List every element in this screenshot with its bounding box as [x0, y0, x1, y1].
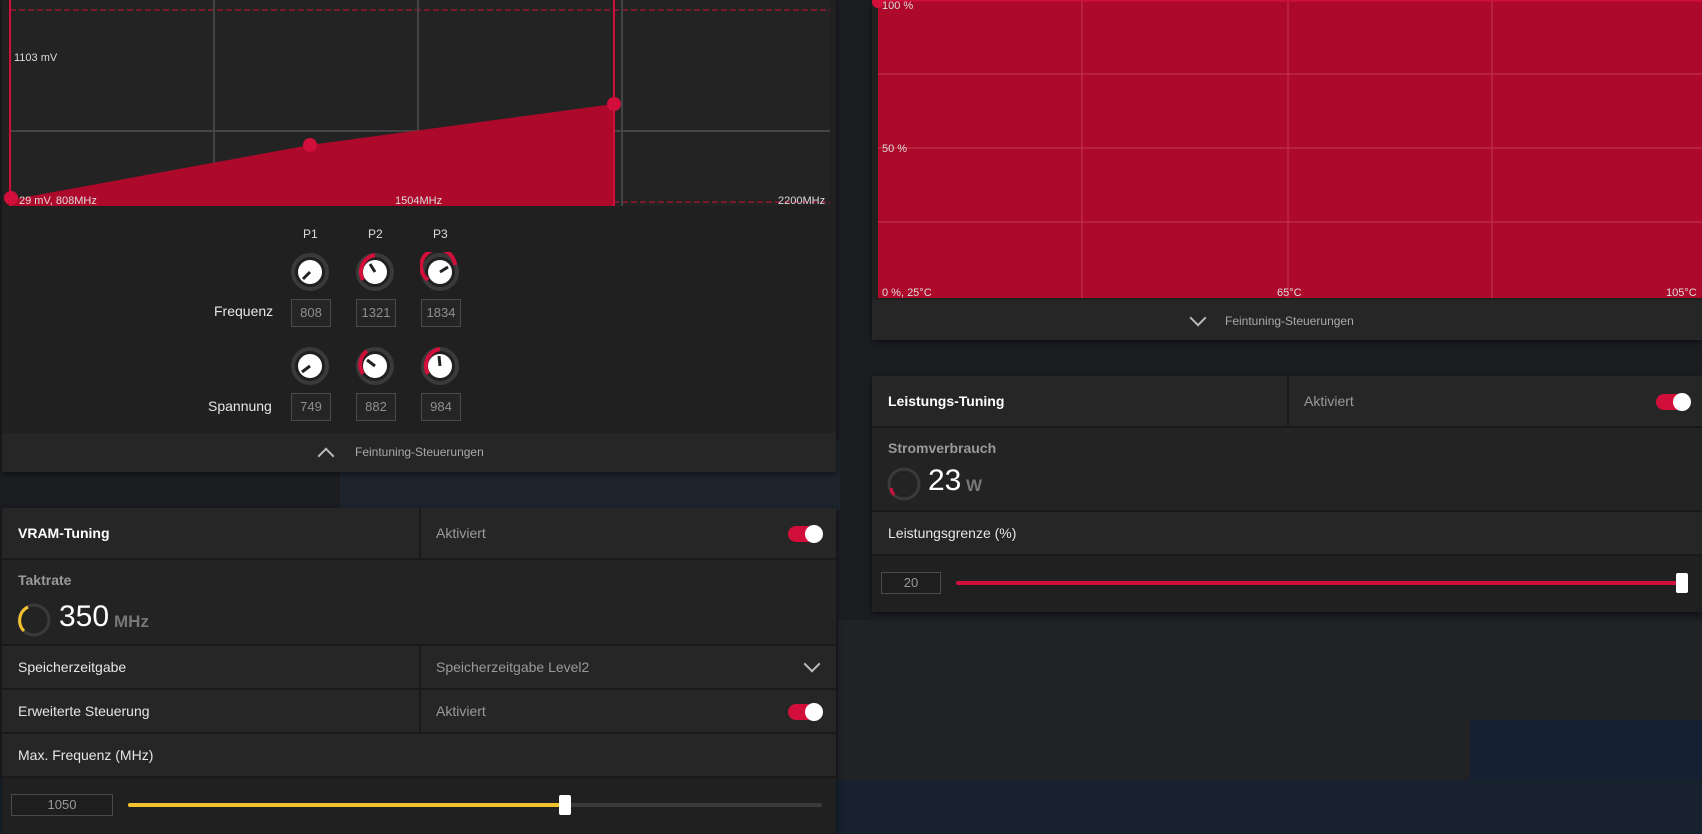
vf-start-label: 29 mV, 808MHz [19, 195, 97, 207]
fan-x-end-label: 105°C [1666, 287, 1697, 299]
vram-timing-label: Speicherzeitgabe [18, 659, 127, 675]
frequency-knob-p3[interactable] [420, 252, 460, 292]
fan-curve-area [878, 0, 1702, 298]
fan-x-start-label: 0 %, 25°C [882, 287, 932, 299]
fan-curve-panel: 100 % 50 % 0 %, 25°C 65°C 105°C Feintuni… [872, 0, 1702, 340]
power-consumption-row: Stromverbrauch 23 W [872, 428, 1702, 512]
power-limit-slider[interactable] [956, 573, 1688, 593]
point-header-p3: P3 [433, 227, 448, 241]
voltage-knob-p1[interactable] [290, 346, 330, 386]
fan-x-mid-label: 65°C [1277, 287, 1302, 299]
power-header-row: Leistungs-Tuning Aktiviert [872, 376, 1702, 428]
vf-curve-chart[interactable] [2, 0, 836, 206]
fan-finetune-label: Feintuning-Steuerungen [1225, 314, 1354, 328]
power-consumption-value: 23 [928, 464, 962, 497]
vram-status: Aktiviert [436, 525, 486, 541]
vram-maxfreq-slider-row: 1050 [2, 778, 836, 834]
vram-clock-gauge-icon [17, 603, 51, 637]
vram-tuning-toggle[interactable] [788, 525, 823, 543]
voltage-knob-p3[interactable] [420, 346, 460, 386]
frequency-knob-p2[interactable] [355, 252, 395, 292]
vram-timing-select[interactable]: Speicherzeitgabe Level2 [421, 646, 836, 688]
vf-voltage-label: 1103 mV [14, 52, 58, 64]
point-header-p2: P2 [368, 227, 383, 241]
chevron-down-icon [803, 655, 821, 673]
vram-tuning-panel: VRAM-Tuning Aktiviert Taktrate 350 MHz S… [2, 508, 836, 834]
power-consumption-unit: W [966, 476, 983, 495]
vram-maxfreq-thumb[interactable] [559, 795, 571, 815]
vram-advanced-status: Aktiviert [436, 703, 486, 719]
power-limit-input[interactable]: 20 [881, 572, 941, 594]
fan-finetune-toggle[interactable]: Feintuning-Steuerungen [872, 300, 1702, 340]
vf-point-p3[interactable] [607, 97, 621, 111]
fan-curve-chart[interactable] [872, 0, 1702, 300]
point-header-p1: P1 [303, 227, 318, 241]
vram-timing-row: Speicherzeitgabe Speicherzeitgabe Level2 [2, 646, 836, 690]
power-limit-fill [956, 581, 1688, 585]
vram-advanced-toggle[interactable] [788, 703, 823, 721]
vf-curve-panel: 1103 mV 29 mV, 808MHz 1504MHz 2200MHz P1… [2, 0, 836, 472]
power-limit-slider-row: 20 [872, 556, 1702, 612]
power-limit-thumb[interactable] [1676, 573, 1688, 593]
vram-maxfreq-row: Max. Frequenz (MHz) [2, 734, 836, 778]
vram-clock-value: 350 [59, 600, 110, 633]
power-tuning-panel: Leistungs-Tuning Aktiviert Stromverbrauc… [872, 376, 1702, 612]
vf-point-p2[interactable] [303, 138, 317, 152]
chevron-up-icon [317, 447, 335, 465]
vram-clock-unit: MHz [114, 612, 149, 631]
power-title: Leistungs-Tuning [888, 393, 1005, 409]
vram-maxfreq-slider[interactable] [128, 795, 822, 815]
voltage-row-label: Spannung [208, 398, 272, 414]
frequency-input-p2[interactable]: 1321 [356, 299, 396, 327]
fan-y-mid-label: 50 % [882, 143, 908, 155]
vf-finetune-label: Feintuning-Steuerungen [355, 445, 484, 459]
vram-maxfreq-fill [128, 803, 565, 807]
power-gauge-icon [887, 467, 921, 501]
vram-title: VRAM-Tuning [18, 525, 110, 541]
vf-end-label: 2200MHz [778, 195, 826, 207]
voltage-input-p3[interactable]: 984 [421, 393, 461, 421]
vram-advanced-row: Erweiterte Steuerung Aktiviert [2, 690, 836, 734]
vram-header-row: VRAM-Tuning Aktiviert [2, 508, 836, 560]
vram-maxfreq-label: Max. Frequenz (MHz) [18, 747, 154, 763]
vf-finetune-toggle[interactable]: Feintuning-Steuerungen [2, 433, 836, 472]
vf-point-p0[interactable] [4, 191, 18, 205]
vram-clock-row: Taktrate 350 MHz [2, 560, 836, 646]
power-limit-label: Leistungsgrenze (%) [888, 525, 1017, 541]
fan-y-top-label: 100 % [882, 0, 914, 12]
vram-advanced-label: Erweiterte Steuerung [18, 703, 150, 719]
frequency-knob-p1[interactable] [290, 252, 330, 292]
voltage-input-p1[interactable]: 749 [291, 393, 331, 421]
vf-mid-label: 1504MHz [395, 195, 443, 207]
frequency-input-p3[interactable]: 1834 [421, 299, 461, 327]
vram-timing-value: Speicherzeitgabe Level2 [436, 659, 590, 675]
chevron-down-icon [1189, 309, 1207, 327]
power-tuning-toggle[interactable] [1656, 393, 1691, 411]
power-limit-row: Leistungsgrenze (%) [872, 512, 1702, 556]
frequency-row-label: Frequenz [214, 303, 274, 319]
vram-maxfreq-input[interactable]: 1050 [11, 794, 113, 816]
vram-clock-label: Taktrate [18, 572, 72, 588]
frequency-input-p1[interactable]: 808 [291, 299, 331, 327]
voltage-input-p2[interactable]: 882 [356, 393, 396, 421]
voltage-knob-p2[interactable] [355, 346, 395, 386]
power-status: Aktiviert [1304, 393, 1354, 409]
power-consumption-label: Stromverbrauch [888, 440, 997, 456]
